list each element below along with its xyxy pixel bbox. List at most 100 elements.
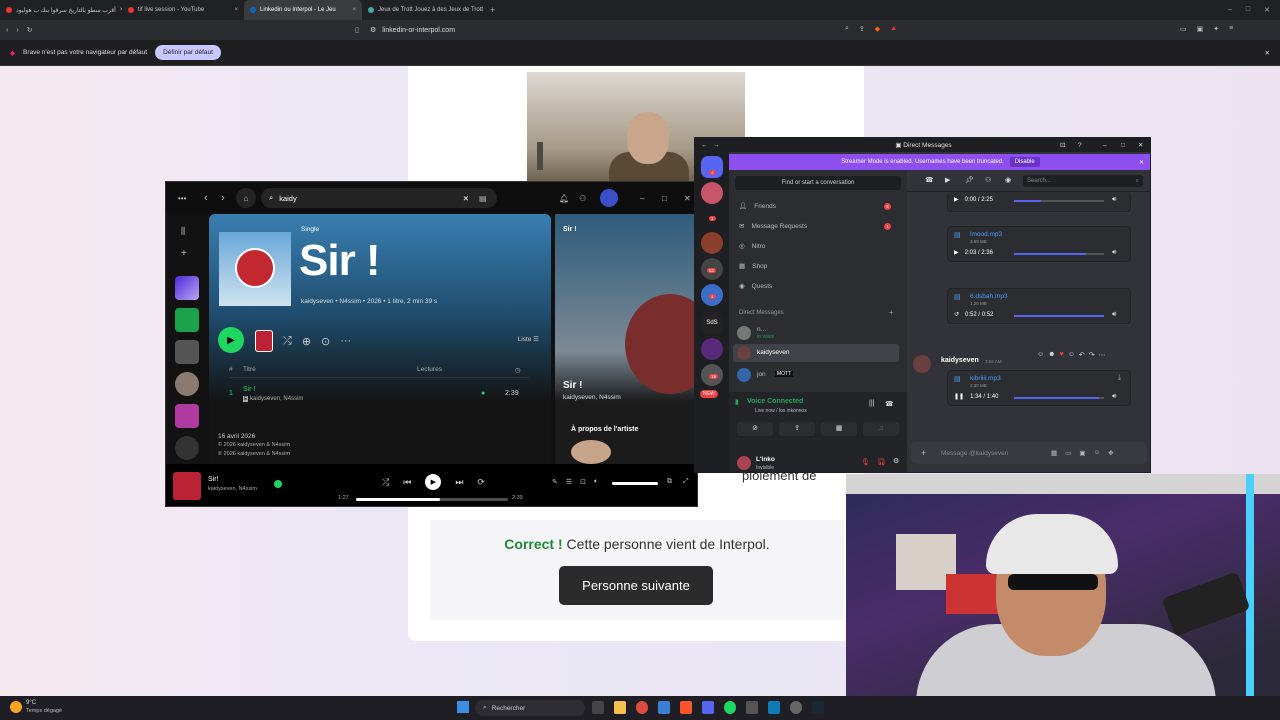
menu-icon[interactable]: ≡ <box>1229 25 1233 33</box>
disconnect-icon[interactable]: ☎ <box>885 400 894 408</box>
play-icon[interactable]: ▶ <box>954 249 959 256</box>
sidebar-item-nitro[interactable]: ◎ Nitro <box>739 242 765 251</box>
artist-tile[interactable] <box>175 436 199 460</box>
url-field[interactable]: ⚙ linkedin-or-interpol.com <box>370 23 900 37</box>
browser-tab-active[interactable]: Linkedin ou Interpol - Le Jeu × <box>244 0 362 20</box>
noise-icon[interactable]: ||| <box>869 400 874 407</box>
volume-icon[interactable]: 🔈︎ <box>594 478 598 486</box>
forward-icon[interactable]: ↷ <box>1089 351 1095 359</box>
audio-progress[interactable] <box>1014 397 1104 399</box>
close-window-icon[interactable]: ✕ <box>1264 6 1270 14</box>
lyrics-icon[interactable]: ✎ <box>552 478 558 486</box>
maximize-icon[interactable]: □ <box>1246 6 1250 14</box>
browser-tab[interactable]: tif live session - YouTube × <box>122 0 244 20</box>
audio-progress[interactable] <box>1014 315 1104 317</box>
close-icon[interactable]: × <box>352 7 356 13</box>
video-icon[interactable]: ▶ <box>945 176 950 184</box>
sticker-icon[interactable]: ▣ <box>1079 449 1085 457</box>
bell-icon[interactable]: 🔔︎ <box>559 194 569 203</box>
browser-tab[interactable]: أقرب سطو بالتاريخ سرقوا بنك ب هوليود × <box>0 0 122 20</box>
forward-icon[interactable]: → <box>713 142 720 149</box>
file-name[interactable]: 6.dsbah.mp3 <box>970 293 1008 300</box>
server-icon[interactable] <box>701 232 723 254</box>
spotify-search-input[interactable]: ⌕ kaidy ✕ <box>261 188 497 208</box>
reaction-icon[interactable]: ☻ <box>1048 351 1055 359</box>
artist-tile[interactable] <box>175 372 199 396</box>
more-options-icon[interactable]: ··· <box>340 335 351 347</box>
liked-songs-tile[interactable] <box>175 276 199 300</box>
close-icon[interactable]: × <box>234 7 238 13</box>
dm-user-row[interactable]: n... In voice <box>737 324 899 342</box>
reply-icon[interactable]: ↶ <box>1079 351 1085 359</box>
next-icon[interactable]: ⏭ <box>455 477 463 488</box>
close-infobar-icon[interactable]: ✕ <box>1265 49 1280 57</box>
volume-icon[interactable]: 🔊︎ <box>1112 196 1116 204</box>
site-info-icon[interactable]: ⚙ <box>370 26 376 34</box>
brave-icon[interactable] <box>680 701 692 714</box>
inbox-icon[interactable]: ⊡ <box>1060 141 1065 149</box>
progress-bar[interactable] <box>356 498 508 501</box>
weather-icon[interactable] <box>10 701 22 713</box>
forward-icon[interactable]: › <box>221 192 225 204</box>
app-icon[interactable] <box>768 701 780 714</box>
shuffle-icon[interactable]: ⤮ <box>382 477 389 488</box>
playlist-tile[interactable] <box>175 404 199 428</box>
search-input[interactable]: Search... ⌕ <box>1023 175 1143 187</box>
playlist-tile[interactable] <box>175 340 199 364</box>
find-conversation-input[interactable]: Find or start a conversation <box>735 176 901 190</box>
create-icon[interactable]: + <box>181 248 187 259</box>
attach-icon[interactable]: + <box>921 448 926 458</box>
heart-icon[interactable]: ♥ <box>1060 351 1064 359</box>
deafen-icon[interactable]: 🎧︎ <box>877 458 886 466</box>
next-person-button[interactable]: Personne suivante <box>559 566 713 605</box>
set-default-button[interactable]: Définir par défaut <box>155 45 221 60</box>
reaction-icon[interactable]: ☺ <box>1037 351 1044 359</box>
server-icon[interactable] <box>701 338 723 360</box>
zoom-icon[interactable]: ⌕ <box>845 25 849 33</box>
play-button[interactable]: ▶ <box>218 327 244 353</box>
replay-icon[interactable]: ↺ <box>954 311 959 318</box>
minimize-icon[interactable]: – <box>1103 142 1107 149</box>
volume-icon[interactable]: 🔊︎ <box>1112 311 1116 319</box>
profile-icon[interactable]: ◉ <box>1005 176 1011 184</box>
shuffle-icon[interactable]: ⤮ <box>283 335 292 348</box>
app-icon[interactable] <box>658 701 670 714</box>
avatar[interactable] <box>737 456 751 470</box>
bookmark-icon[interactable]: ▯ <box>355 26 359 34</box>
steam-icon[interactable] <box>812 701 824 714</box>
browser-tab[interactable]: Jeux de Trott Jouez à des Jeux de Trott× <box>362 0 484 20</box>
sidebar-item-message-requests[interactable]: ✉ Message Requests <box>739 222 807 231</box>
new-tab-icon[interactable]: + <box>484 5 495 15</box>
queue-icon[interactable]: ☰ <box>566 478 572 486</box>
sidebar-item-friends[interactable]: 👤︎ Friends <box>739 202 776 211</box>
add-friend-icon[interactable]: ⚇ <box>985 176 991 184</box>
pin-icon[interactable]: 📌︎ <box>965 176 974 184</box>
saved-check-icon[interactable]: ● <box>481 390 485 397</box>
close-icon[interactable]: ✕ <box>684 194 691 203</box>
settings-icon[interactable]: ⚙ <box>893 457 899 465</box>
start-icon[interactable] <box>457 701 469 713</box>
extensions-icon[interactable]: ✦ <box>1213 25 1219 33</box>
task-view-icon[interactable] <box>592 701 604 714</box>
back-icon[interactable]: ← <box>701 142 708 149</box>
saved-episodes-tile[interactable] <box>175 308 199 332</box>
chrome-icon[interactable] <box>636 701 648 714</box>
dm-user-row[interactable]: jon MOTT <box>737 366 899 384</box>
sidebar-item-shop[interactable]: ▦ Shop <box>739 262 767 271</box>
share-icon[interactable]: ⇪ <box>859 25 865 33</box>
repeat-icon[interactable]: ⟳ <box>477 477 485 488</box>
minimize-icon[interactable]: – <box>640 194 644 203</box>
now-playing-cover[interactable] <box>173 472 201 500</box>
minimize-icon[interactable]: – <box>1228 6 1232 14</box>
download-icon[interactable]: ⊙ <box>321 335 330 348</box>
library-icon[interactable]: ⫼ <box>181 226 185 237</box>
app-icon[interactable] <box>746 701 758 714</box>
maximize-icon[interactable]: □ <box>1121 142 1125 149</box>
sidebar-item-quests[interactable]: ◉ Quests <box>739 282 772 291</box>
friends-icon[interactable]: ⚇ <box>579 194 586 203</box>
apps-icon[interactable]: ✥ <box>1108 449 1113 457</box>
wallet-icon[interactable]: ▣ <box>1197 25 1204 33</box>
camera-off-button[interactable]: ⊘ <box>737 422 773 436</box>
sidebar-icon[interactable]: ▭ <box>1180 25 1187 33</box>
server-icon[interactable] <box>701 182 723 204</box>
